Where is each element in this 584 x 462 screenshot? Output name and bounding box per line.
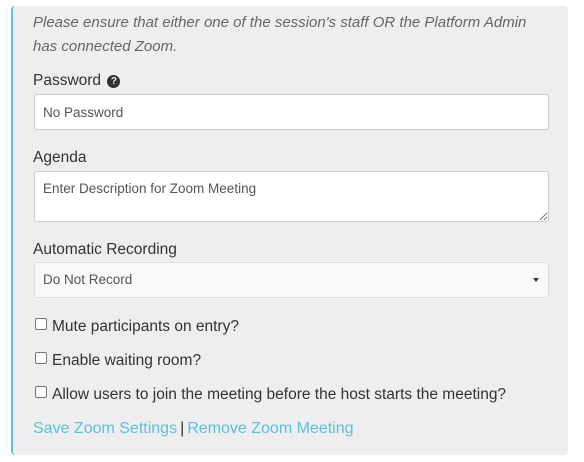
agenda-textarea[interactable] [34, 171, 549, 222]
mute-participants-label: Mute participants on entry? [52, 318, 239, 335]
password-label: Password [33, 72, 102, 89]
waiting-room-label: Enable waiting room? [52, 352, 202, 369]
recording-select[interactable]: Do Not Record [34, 262, 549, 298]
mute-participants-checkbox[interactable] [35, 318, 47, 330]
password-input[interactable] [34, 94, 549, 130]
agenda-label: Agenda [33, 149, 87, 166]
save-zoom-settings-link[interactable]: Save Zoom Settings [33, 420, 177, 437]
remove-zoom-meeting-link[interactable]: Remove Zoom Meeting [187, 420, 353, 437]
join-before-host-option[interactable]: Allow users to join the meeting before t… [35, 385, 506, 405]
question-circle-icon[interactable]: ? [107, 75, 121, 88]
zoom-actions: Save Zoom Settings | Remove Zoom Meeting [33, 419, 354, 439]
recording-select-value: Do Not Record [43, 272, 133, 287]
password-label-row: Password ? [33, 71, 121, 91]
join-before-host-checkbox[interactable] [35, 386, 47, 398]
recording-label: Automatic Recording [33, 241, 177, 258]
zoom-connection-notice: Please ensure that either one of the ses… [33, 14, 527, 55]
caret-down-icon [533, 278, 539, 282]
zoom-settings-panel: Please ensure that either one of the ses… [11, 6, 568, 455]
waiting-room-option[interactable]: Enable waiting room? [35, 351, 201, 371]
mute-participants-option[interactable]: Mute participants on entry? [35, 317, 239, 337]
waiting-room-checkbox[interactable] [35, 352, 47, 364]
actions-separator: | [180, 420, 185, 437]
join-before-host-label: Allow users to join the meeting before t… [52, 386, 507, 403]
